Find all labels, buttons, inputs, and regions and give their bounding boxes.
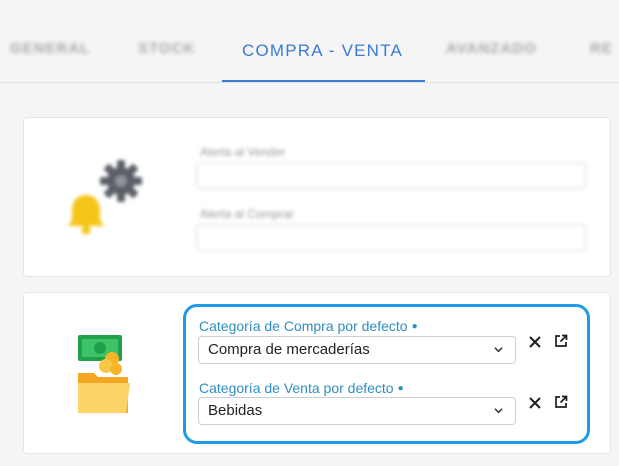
sale-category-value: Bebidas [208, 402, 263, 419]
chevron-down-icon [494, 408, 503, 414]
purchase-category-value: Compra de mercaderías [208, 341, 370, 358]
chevron-down-icon [494, 347, 503, 353]
open-sale-category-external-link-icon[interactable] [554, 395, 568, 409]
clear-sale-category-close-icon[interactable] [528, 396, 542, 410]
required-marker: ● [411, 321, 418, 332]
alerts-card: Alerta al Vender Alerta al Comprar [23, 117, 611, 277]
bell-icon [68, 195, 104, 235]
tab-avanzado[interactable]: AVANZADO [446, 40, 537, 57]
sale-category-select[interactable]: Bebidas [198, 397, 516, 425]
required-marker: ● [397, 383, 404, 394]
tab-re[interactable]: RE [590, 40, 613, 57]
alert-buy-label: Alerta al Comprar [200, 207, 295, 221]
alerts-card-content: Alerta al Vender Alerta al Comprar [24, 118, 610, 276]
clear-purchase-category-close-icon[interactable] [528, 335, 542, 349]
tab-bar: GENERAL STOCK COMPRA - VENTA AVANZADO RE [0, 0, 619, 83]
tab-general[interactable]: GENERAL [10, 40, 90, 57]
alert-sell-label: Alerta al Vender [200, 145, 286, 159]
purchase-category-label: Categoría de Compra por defecto ● [199, 318, 418, 334]
open-purchase-category-external-link-icon[interactable] [554, 334, 568, 348]
alert-sell-input[interactable] [196, 162, 586, 189]
tab-stock[interactable]: STOCK [138, 40, 195, 57]
money-folder-icon [78, 335, 130, 413]
alert-buy-input[interactable] [196, 224, 586, 251]
tab-compra-venta[interactable]: COMPRA - VENTA [242, 41, 403, 61]
active-tab-indicator [222, 80, 425, 82]
purchase-category-select[interactable]: Compra de mercaderías [198, 336, 516, 364]
sale-category-label: Categoría de Venta por defecto ● [199, 380, 404, 396]
